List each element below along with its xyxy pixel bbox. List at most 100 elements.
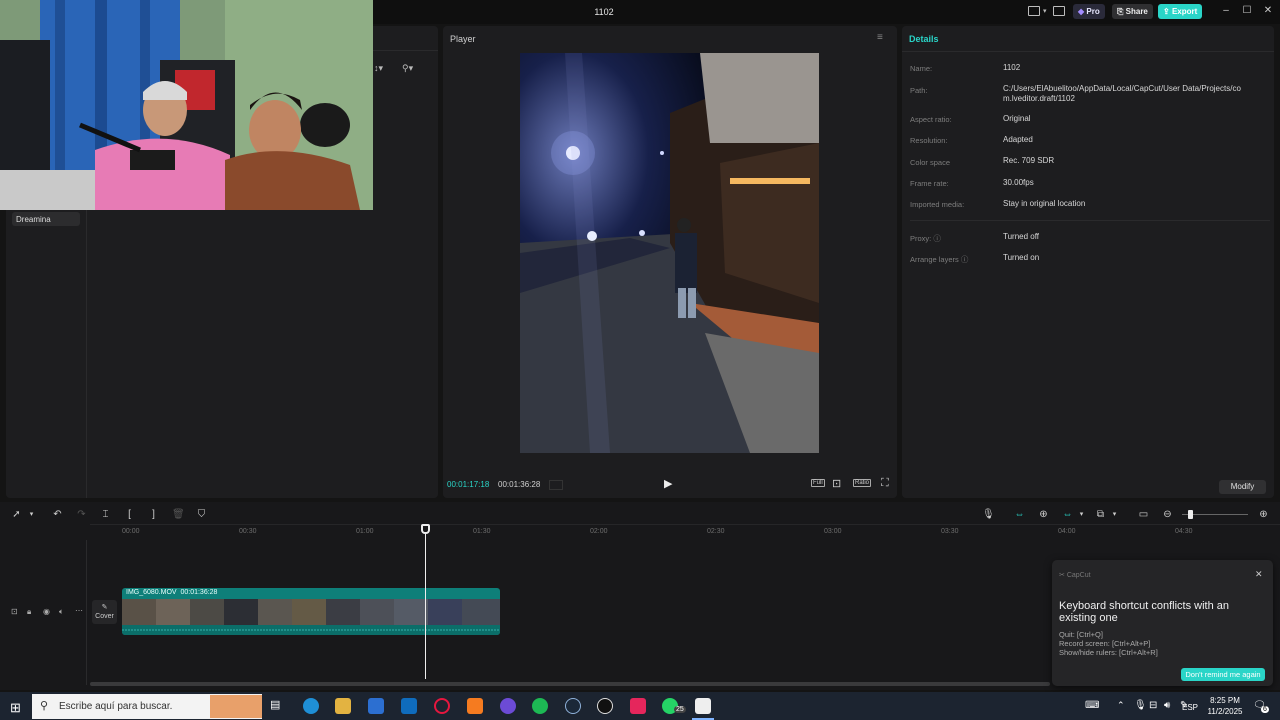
volume-icon[interactable]: 🔊︎	[1164, 700, 1170, 711]
detail-label-arrange-layers: Arrange layers ⓘ	[910, 254, 968, 265]
full-button[interactable]: Full	[811, 479, 825, 487]
store-icon[interactable]	[368, 698, 384, 714]
capcut-icon[interactable]	[695, 698, 711, 714]
align-icon[interactable]: ⧉	[1095, 509, 1106, 520]
play-icon[interactable]: ▶	[664, 477, 672, 490]
caption-icon[interactable]: ▭	[1138, 509, 1149, 520]
zoom-out-icon[interactable]: ⊖	[1162, 509, 1173, 520]
playhead[interactable]	[425, 529, 426, 679]
close-icon[interactable]: ✕	[1255, 569, 1263, 580]
delete-icon[interactable]: 🗑	[172, 509, 185, 520]
microphone-icon[interactable]: 🎙︎	[1134, 700, 1147, 711]
opera-icon[interactable]	[434, 698, 450, 714]
file-explorer-icon[interactable]	[335, 698, 351, 714]
detail-value-frame-rate: 30.00fps	[1003, 178, 1034, 187]
dont-remind-label: Don't remind me again	[1185, 670, 1261, 679]
undo-icon[interactable]: ↶	[52, 509, 63, 520]
tiktok-icon[interactable]	[630, 698, 646, 714]
lock-icon[interactable]: 🔒︎	[27, 607, 31, 617]
chevron-down-icon[interactable]: ▾	[1109, 509, 1120, 520]
chevron-down-icon[interactable]: ▾	[1043, 7, 1047, 15]
taskbar-search[interactable]: ⚲ Escribe aquí para buscar.	[32, 694, 262, 719]
share-button[interactable]: ⎘ Share	[1112, 4, 1153, 19]
toast-line: Show/hide rulers: [Ctrl+Alt+R]	[1059, 648, 1158, 657]
info-icon: ⓘ	[960, 255, 969, 264]
filter-icon[interactable]: ⚲▾	[402, 63, 413, 74]
layout-icon[interactable]	[1028, 6, 1040, 16]
language-indicator[interactable]: ESP	[1182, 703, 1199, 712]
playhead-handle[interactable]	[421, 524, 430, 534]
shield-icon[interactable]: ⛉	[196, 509, 207, 520]
task-view-icon[interactable]: ▤	[270, 698, 286, 714]
details-divider	[902, 51, 1274, 52]
minimize-icon[interactable]: –	[1220, 5, 1232, 17]
outlook-icon[interactable]	[401, 698, 417, 714]
detail-label-aspect: Aspect ratio:	[910, 115, 952, 124]
tick-label: 03:00	[824, 528, 842, 535]
zoom-in-icon[interactable]: ⊕	[1258, 509, 1269, 520]
shortcuts-icon[interactable]	[1053, 6, 1065, 16]
tick-label: 03:30	[941, 528, 959, 535]
discord-icon[interactable]	[500, 698, 516, 714]
select-tool-icon[interactable]: ➚	[11, 509, 22, 520]
steam-icon[interactable]	[565, 698, 581, 714]
chevron-up-icon[interactable]: ⌃	[1117, 700, 1125, 711]
toast-app-name: CapCut	[1066, 572, 1091, 579]
preview-axis-icon[interactable]: ⇔	[1062, 509, 1073, 520]
eye-icon[interactable]: ◉	[43, 607, 50, 616]
redo-icon[interactable]: ↷	[76, 509, 87, 520]
sidebar-divider	[86, 210, 87, 498]
clock[interactable]: 8:25 PM 11/2/2025	[1205, 695, 1245, 717]
full-label: Full	[813, 480, 823, 486]
keyboard-icon[interactable]: ⌨	[1085, 700, 1099, 711]
link-toggle-icon[interactable]: ⇔	[1014, 509, 1025, 520]
toast-lines: Quit: [Ctrl+Q] Record screen: [Ctrl+Alt+…	[1059, 630, 1158, 657]
export-button[interactable]: ⇪ Export	[1158, 4, 1203, 19]
windows-start-icon[interactable]: ⊞	[10, 700, 21, 716]
close-icon[interactable]: ✕	[1262, 5, 1274, 17]
network-icon[interactable]: ⊟	[1149, 700, 1157, 711]
trim-right-icon[interactable]: ]	[148, 509, 159, 520]
diamond-icon: ◆	[1078, 7, 1085, 16]
video-preview[interactable]	[520, 53, 819, 453]
clock-date: 11/2/2025	[1207, 707, 1243, 716]
screenshot-icon[interactable]: ⊡	[832, 477, 841, 490]
spotify-icon[interactable]	[532, 698, 548, 714]
dont-remind-button[interactable]: Don't remind me again	[1181, 668, 1265, 681]
cover-button[interactable]: ✎ Cover	[92, 600, 117, 624]
menu-icon[interactable]: ≡	[877, 32, 883, 43]
detail-value-aspect: Original	[1003, 114, 1031, 123]
horizontal-scrollbar[interactable]	[90, 682, 1050, 686]
timecode-grid-icon[interactable]	[549, 480, 563, 490]
detail-value-imported-media: Stay in original location	[1003, 199, 1086, 208]
search-highlight-image	[210, 695, 262, 718]
more-icon[interactable]: ⋯	[75, 606, 83, 615]
zoom-slider-handle[interactable]	[1188, 510, 1193, 519]
export-icon: ⇪	[1163, 7, 1170, 16]
split-icon[interactable]: ⌶	[100, 509, 111, 520]
detail-value-path: C:/Users/ElAbuelitoo/AppData/Local/CapCu…	[1003, 84, 1241, 103]
ratio-button[interactable]: Ratio	[853, 479, 872, 487]
trim-left-icon[interactable]: [	[124, 509, 135, 520]
chevron-down-icon[interactable]: ▾	[26, 509, 37, 520]
pro-button[interactable]: ◆ Pro	[1073, 4, 1105, 19]
sidebar-item-dreamina[interactable]: Dreamina	[12, 212, 80, 226]
snap-icon[interactable]: ⊕	[1038, 509, 1049, 520]
track-icon[interactable]: ⊡	[11, 607, 18, 616]
microphone-icon[interactable]: 🎙	[982, 509, 995, 520]
sort-icon[interactable]: ↕▾	[374, 63, 383, 74]
app-icon[interactable]	[467, 698, 483, 714]
pro-label: Pro	[1086, 7, 1100, 16]
maximize-icon[interactable]: ☐	[1241, 5, 1253, 17]
obs-icon[interactable]	[597, 698, 613, 714]
cover-label: Cover	[95, 613, 114, 620]
details-section-divider	[910, 220, 1270, 221]
edge-icon[interactable]	[303, 698, 319, 714]
chevron-down-icon[interactable]: ▾	[1076, 509, 1087, 520]
ratio-label: Ratio	[855, 480, 870, 486]
fullscreen-icon[interactable]: ⛶	[881, 477, 889, 490]
video-clip[interactable]: IMG_6080.MOV 00:01:36:28	[122, 588, 500, 635]
modify-button[interactable]: Modify	[1219, 480, 1266, 494]
share-icon: ⎘	[1117, 7, 1124, 16]
volume-icon[interactable]: 🔈︎	[59, 607, 64, 617]
